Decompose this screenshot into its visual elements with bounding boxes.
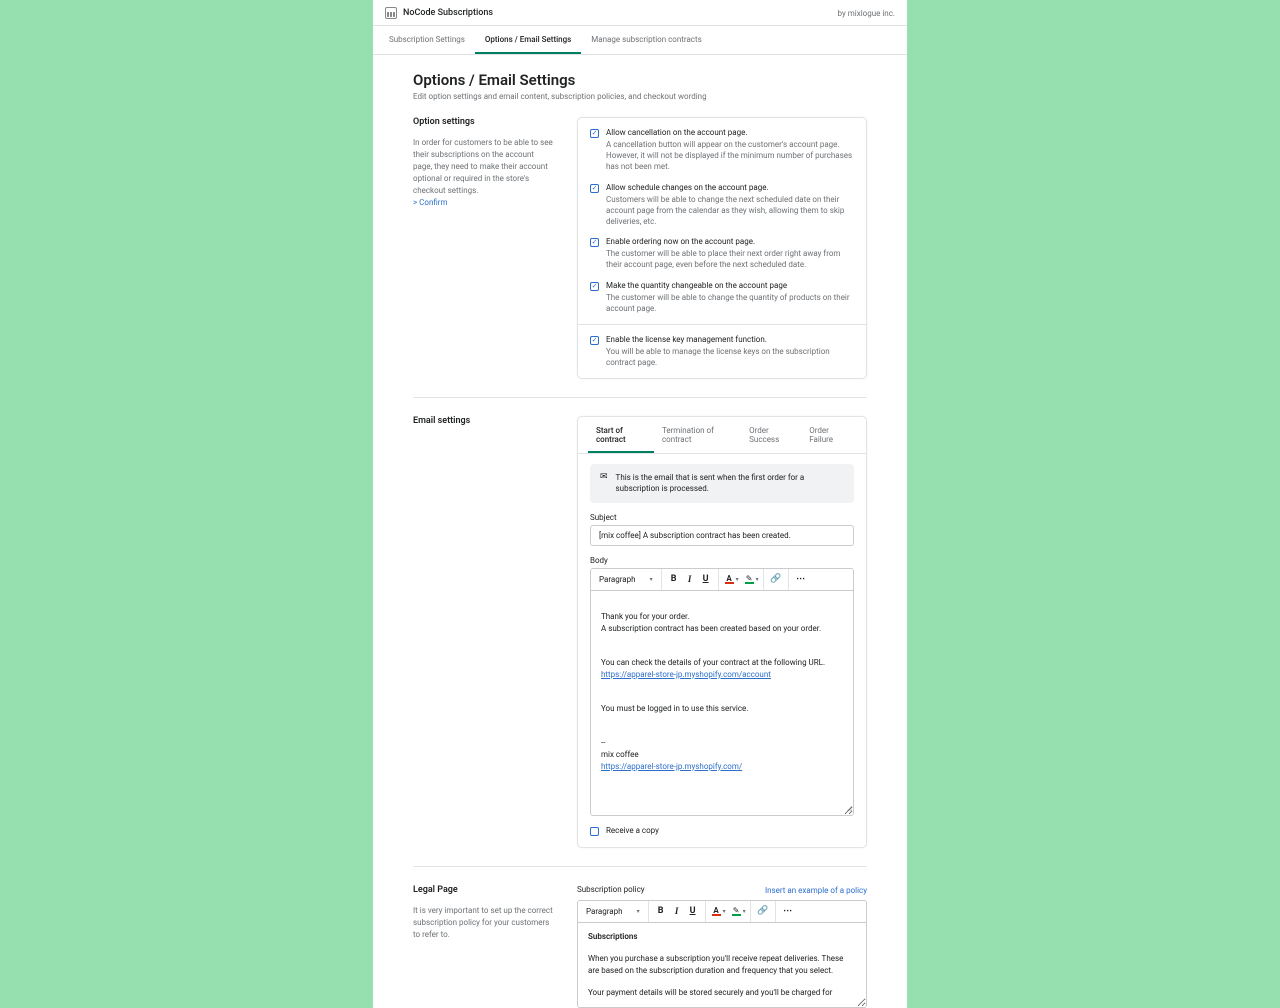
tab-subscription-settings[interactable]: Subscription Settings bbox=[379, 26, 475, 54]
checkbox-label: Enable ordering now on the account page. bbox=[606, 237, 854, 246]
email-settings-section: Email settings Start of contract Termina… bbox=[413, 416, 867, 866]
chevron-down-icon[interactable]: ▾ bbox=[723, 908, 726, 915]
paragraph-select[interactable]: Paragraph ▾ bbox=[578, 901, 649, 922]
highlight-button[interactable]: ✎ bbox=[730, 906, 743, 916]
link-button[interactable]: 🔗 bbox=[755, 903, 771, 919]
editor-content[interactable]: Thank you for your order. A subscription… bbox=[591, 591, 853, 815]
editor-toolbar: Paragraph ▾ B I U bbox=[591, 569, 853, 591]
page-subtitle: Edit option settings and email content, … bbox=[413, 92, 867, 101]
account-link[interactable]: https://apparel-store-jp.myshopify.com/a… bbox=[601, 670, 771, 679]
checkbox-allow-schedule[interactable] bbox=[590, 184, 599, 193]
tab-options-email[interactable]: Options / Email Settings bbox=[475, 26, 581, 54]
section-desc-options: In order for customers to be able to see… bbox=[413, 137, 553, 209]
confirm-link[interactable]: > Confirm bbox=[413, 198, 448, 207]
policy-label: Subscription policy bbox=[577, 885, 645, 894]
underline-button[interactable]: U bbox=[685, 903, 701, 919]
chevron-down-icon: ▾ bbox=[637, 908, 640, 915]
checkbox-allow-cancellation[interactable] bbox=[590, 129, 599, 138]
receive-copy-label: Receive a copy bbox=[606, 826, 659, 835]
body-label: Body bbox=[590, 556, 854, 565]
option-settings-section: Option settings In order for customers t… bbox=[413, 117, 867, 398]
editor-content[interactable]: Subscriptions When you purchase a subscr… bbox=[578, 923, 866, 1007]
policy-heading: Subscriptions bbox=[588, 931, 856, 943]
attribution: by mixlogue inc. bbox=[838, 9, 895, 18]
info-text: This is the email that is sent when the … bbox=[616, 472, 844, 494]
legal-section: Legal Page It is very important to set u… bbox=[413, 885, 867, 1008]
app-title: NoCode Subscriptions bbox=[403, 8, 493, 18]
more-button[interactable]: ⋯ bbox=[780, 903, 796, 919]
checkbox-help: The customer will be able to place their… bbox=[606, 248, 854, 270]
checkbox-label: Allow schedule changes on the account pa… bbox=[606, 183, 854, 192]
section-title-legal: Legal Page bbox=[413, 885, 553, 895]
text-color-button[interactable]: A bbox=[723, 574, 736, 584]
app-icon bbox=[385, 7, 397, 19]
bold-button[interactable]: B bbox=[653, 903, 669, 919]
email-subtabs: Start of contract Termination of contrac… bbox=[578, 417, 866, 454]
insert-example-link[interactable]: Insert an example of a policy bbox=[765, 886, 867, 895]
checkbox-label: Allow cancellation on the account page. bbox=[606, 128, 854, 137]
highlight-button[interactable]: ✎ bbox=[743, 574, 756, 584]
checkbox-label: Make the quantity changeable on the acco… bbox=[606, 281, 854, 290]
section-title-options: Option settings bbox=[413, 117, 553, 127]
checkbox-help: The customer will be able to change the … bbox=[606, 292, 854, 314]
policy-paragraph: When you purchase a subscription you'll … bbox=[588, 953, 856, 977]
checkbox-license-key[interactable] bbox=[590, 336, 599, 345]
body-editor: Paragraph ▾ B I U bbox=[590, 568, 854, 816]
info-banner: ✉ This is the email that is sent when th… bbox=[590, 464, 854, 502]
subtab-termination[interactable]: Termination of contract bbox=[654, 417, 741, 453]
italic-button[interactable]: I bbox=[682, 571, 698, 587]
section-desc-legal: It is very important to set up the corre… bbox=[413, 905, 553, 941]
section-title-email: Email settings bbox=[413, 416, 553, 426]
subtab-order-success[interactable]: Order Success bbox=[741, 417, 801, 453]
subtab-order-failure[interactable]: Order Failure bbox=[801, 417, 856, 453]
subject-label: Subject bbox=[590, 513, 854, 522]
checkbox-help: You will be able to manage the license k… bbox=[606, 346, 854, 368]
editor-toolbar: Paragraph ▾ B I U A bbox=[578, 901, 866, 923]
checkbox-quantity-change[interactable] bbox=[590, 282, 599, 291]
chevron-down-icon[interactable]: ▾ bbox=[756, 576, 759, 583]
chevron-down-icon[interactable]: ▾ bbox=[743, 908, 746, 915]
link-button[interactable]: 🔗 bbox=[768, 571, 784, 587]
email-icon: ✉ bbox=[600, 472, 608, 482]
subject-input[interactable] bbox=[590, 525, 854, 546]
checkbox-receive-copy[interactable] bbox=[590, 827, 599, 836]
main-tabs: Subscription Settings Options / Email Se… bbox=[373, 26, 907, 55]
chevron-down-icon[interactable]: ▾ bbox=[736, 576, 739, 583]
checkbox-enable-ordering[interactable] bbox=[590, 238, 599, 247]
chevron-down-icon: ▾ bbox=[650, 576, 653, 583]
checkbox-label: Enable the license key management functi… bbox=[606, 335, 854, 344]
resize-handle[interactable]: ◢ bbox=[847, 803, 852, 814]
policy-editor: Paragraph ▾ B I U A bbox=[577, 900, 867, 1008]
italic-button[interactable]: I bbox=[669, 903, 685, 919]
paragraph-select[interactable]: Paragraph ▾ bbox=[591, 569, 662, 590]
checkbox-help: A cancellation button will appear on the… bbox=[606, 139, 854, 173]
page-title: Options / Email Settings bbox=[413, 71, 867, 89]
bold-button[interactable]: B bbox=[666, 571, 682, 587]
more-button[interactable]: ⋯ bbox=[793, 571, 809, 587]
email-card: Start of contract Termination of contrac… bbox=[577, 416, 867, 847]
tab-manage-contracts[interactable]: Manage subscription contracts bbox=[581, 26, 711, 54]
subtab-start-contract[interactable]: Start of contract bbox=[588, 417, 654, 453]
text-color-button[interactable]: A bbox=[710, 906, 723, 916]
option-card: Allow cancellation on the account page. … bbox=[577, 117, 867, 379]
checkbox-help: Customers will be able to change the nex… bbox=[606, 194, 854, 228]
header: NoCode Subscriptions by mixlogue inc. bbox=[373, 0, 907, 26]
policy-paragraph: Your payment details will be stored secu… bbox=[588, 987, 856, 999]
store-link[interactable]: https://apparel-store-jp.myshopify.com/ bbox=[601, 762, 742, 771]
underline-button[interactable]: U bbox=[698, 571, 714, 587]
